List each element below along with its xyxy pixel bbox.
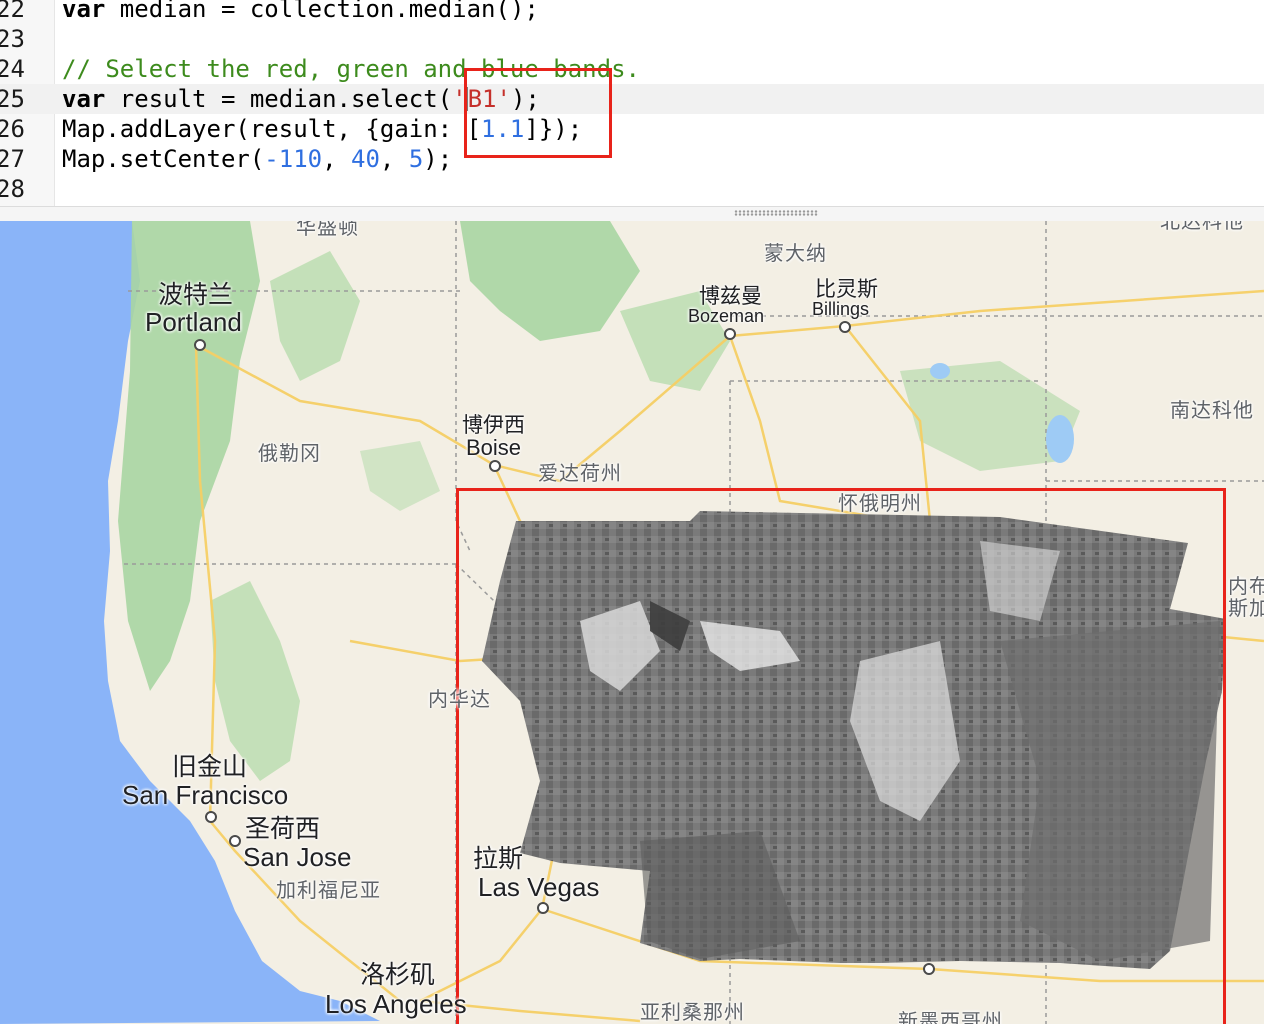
las-vegas-marker[interactable] — [537, 902, 549, 914]
label-los-angeles-en: Los Angeles — [325, 989, 467, 1019]
code-text[interactable]: Map.setCenter(-110, 40, 5); — [62, 144, 452, 174]
label-bozeman-cn: 博兹曼 — [699, 284, 762, 308]
code-token: median = collection.median(); — [105, 0, 539, 23]
label-idaho: 爱达荷州 — [538, 461, 622, 485]
san-francisco-marker[interactable] — [205, 811, 217, 823]
code-token: var — [62, 85, 106, 113]
label-billings-cn: 比灵斯 — [815, 277, 878, 301]
label-new-mexico: 新墨西哥州 — [898, 1009, 1003, 1024]
line-number: 25 — [0, 85, 25, 113]
san-jose-marker[interactable] — [229, 835, 241, 847]
line-number: 24 — [0, 55, 25, 83]
code-token: 5 — [408, 145, 424, 173]
code-line[interactable]: 22 var median = collection.median(); — [0, 0, 1264, 24]
line-number: 26 — [0, 115, 25, 143]
panel-splitter[interactable] — [0, 206, 1264, 222]
label-billings-en: Billings — [812, 299, 870, 319]
line-number: 27 — [0, 145, 25, 173]
code-token: -110 — [264, 145, 323, 173]
map-base — [0, 221, 1264, 1024]
billings-marker[interactable] — [839, 321, 851, 333]
label-boise-en: Boise — [466, 435, 522, 460]
label-nebraska: 内布 — [1228, 574, 1264, 598]
label-bozeman-en: Bozeman — [688, 306, 765, 326]
albuquerque-marker[interactable] — [923, 963, 935, 975]
label-san-jose-en: San Jose — [243, 842, 352, 872]
label-portland-en: Portland — [145, 307, 242, 337]
label-los-angeles-cn: 洛杉矶 — [360, 960, 436, 989]
code-text[interactable]: var median = collection.median(); — [62, 0, 539, 24]
code-line[interactable]: 27 Map.setCenter(-110, 40, 5); — [0, 144, 1264, 174]
code-line[interactable]: 23 — [0, 24, 1264, 54]
line-number: 23 — [0, 25, 25, 53]
code-token: result = median.select( — [105, 85, 453, 113]
line-number: 28 — [0, 175, 25, 203]
label-san-jose-cn: 圣荷西 — [245, 814, 321, 843]
code-token: 40 — [351, 145, 380, 173]
label-nebraska-2: 斯加 — [1228, 596, 1264, 620]
label-las-vegas-en: Las Vegas — [478, 872, 600, 902]
label-las-vegas-cn: 拉斯 — [473, 844, 524, 873]
code-line[interactable]: 28 — [0, 174, 1264, 204]
drag-handle-icon[interactable] — [734, 210, 818, 216]
code-line[interactable]: 24// Select the red, green and blue band… — [0, 54, 1264, 84]
label-boise-cn: 博伊西 — [462, 413, 525, 437]
code-token: , — [379, 145, 409, 173]
label-arizona: 亚利桑那州 — [640, 1000, 745, 1024]
code-token: Map.addLayer(result, {gain: [ — [62, 115, 482, 143]
label-nevada: 内华达 — [428, 687, 491, 711]
code-token: ); — [423, 145, 453, 173]
label-north-dakota: 北达科他 — [1160, 221, 1244, 233]
code-annotation-box — [464, 68, 612, 158]
label-portland-cn: 波特兰 — [158, 280, 234, 309]
label-montana: 蒙大纳 — [764, 241, 827, 265]
label-san-francisco-en: San Francisco — [122, 780, 289, 810]
portland-marker[interactable] — [194, 339, 206, 351]
bozeman-marker[interactable] — [724, 328, 736, 340]
code-token: var — [62, 0, 106, 23]
code-token: , — [322, 145, 351, 173]
code-editor[interactable]: 22 var median = collection.median(); 23 24/… — [0, 0, 1264, 206]
label-washington: 华盛顿 — [296, 221, 359, 239]
map-view[interactable]: 华盛顿 北达科他 蒙大纳 博兹曼 Bozeman 比灵斯 Billings 南达… — [0, 221, 1264, 1024]
label-california: 加利福尼亚 — [276, 878, 381, 902]
label-oregon: 俄勒冈 — [258, 441, 321, 465]
boise-marker[interactable] — [489, 460, 501, 472]
label-wyoming: 怀俄明州 — [838, 491, 922, 515]
code-token: Map.setCenter( — [62, 145, 265, 173]
label-south-dakota: 南达科他 — [1170, 398, 1254, 422]
code-line[interactable]: 25 var result = median.select('B1'); — [0, 84, 1264, 114]
label-san-francisco-cn: 旧金山 — [172, 752, 248, 781]
code-line[interactable]: 26 Map.addLayer(result, {gain: [1.1]}); — [0, 114, 1264, 144]
line-number: 22 — [0, 0, 25, 23]
